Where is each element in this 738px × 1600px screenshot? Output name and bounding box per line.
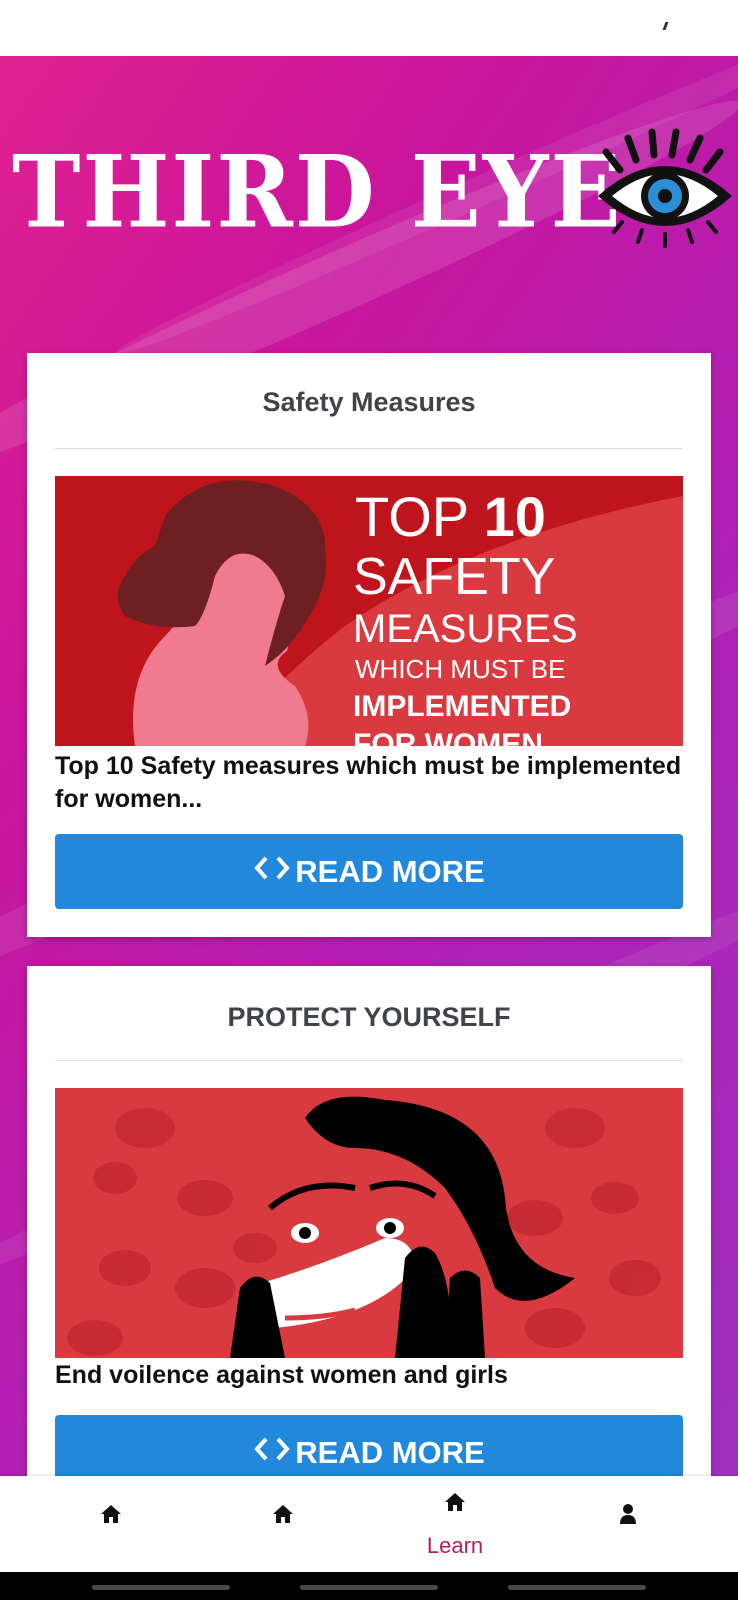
status-indicator: [662, 22, 669, 30]
card-title: Safety Measures: [262, 387, 476, 417]
read-more-label: READ MORE: [295, 853, 485, 889]
card-caption: Top 10 Safety measures which must be imp…: [55, 752, 682, 813]
img-text-safety: SAFETY: [353, 548, 555, 606]
system-nav-pill: [92, 1585, 230, 1590]
app-title: THIRD EYE: [12, 133, 623, 251]
card-title: PROTECT YOURSELF: [227, 1002, 511, 1032]
app-brand: THIRD EYE: [12, 132, 623, 252]
article-card-protect-yourself: PROTECT YOURSELF End voilence against wo…: [27, 966, 711, 1486]
eye-logo-icon: [598, 128, 732, 248]
article-image-protect: [55, 1088, 683, 1358]
img-text-top: TOP: [355, 485, 468, 548]
read-more-label: READ MORE: [295, 1434, 485, 1470]
nav-label-learn: Learn: [426, 1533, 484, 1558]
home-icon: [445, 1493, 465, 1511]
article-image-safety: TOP 10 SAFETY MEASURES WHICH MUST BE IMP…: [55, 476, 683, 746]
status-bar: [0, 0, 738, 56]
system-nav-pill: [300, 1585, 438, 1590]
nav-item-home-1[interactable]: [51, 1476, 171, 1572]
protect-illustration: [55, 1088, 683, 1358]
system-navigation-bar: [0, 1572, 738, 1600]
home-icon: [273, 1505, 293, 1523]
img-text-for-women: FOR WOMEN: [353, 728, 543, 746]
nav-item-profile[interactable]: [568, 1476, 688, 1572]
img-text-measures: MEASURES: [353, 607, 578, 651]
divider: [55, 448, 683, 449]
code-icon: [253, 1435, 291, 1471]
svg-text:TOP 10: TOP 10: [355, 485, 546, 548]
article-card-safety-measures: Safety Measures TOP 10 SAFETY MEASURES W…: [27, 353, 711, 937]
nav-item-learn[interactable]: Learn: [395, 1476, 515, 1572]
img-text-which: WHICH MUST BE: [355, 654, 565, 684]
nav-item-home-2[interactable]: [223, 1476, 343, 1572]
bottom-navigation: Learn: [0, 1476, 738, 1572]
home-icon: [101, 1505, 121, 1523]
read-more-button[interactable]: READ MORE: [55, 834, 683, 909]
img-text-implemented: IMPLEMENTED: [353, 690, 571, 723]
divider: [55, 1060, 683, 1061]
card-caption: End voilence against women and girls: [55, 1361, 508, 1389]
img-text-ten: 10: [484, 485, 546, 548]
user-icon: [620, 1504, 636, 1524]
code-icon: [253, 854, 291, 890]
safety-illustration: TOP 10 SAFETY MEASURES WHICH MUST BE IMP…: [55, 476, 683, 746]
system-nav-pill: [508, 1585, 646, 1590]
